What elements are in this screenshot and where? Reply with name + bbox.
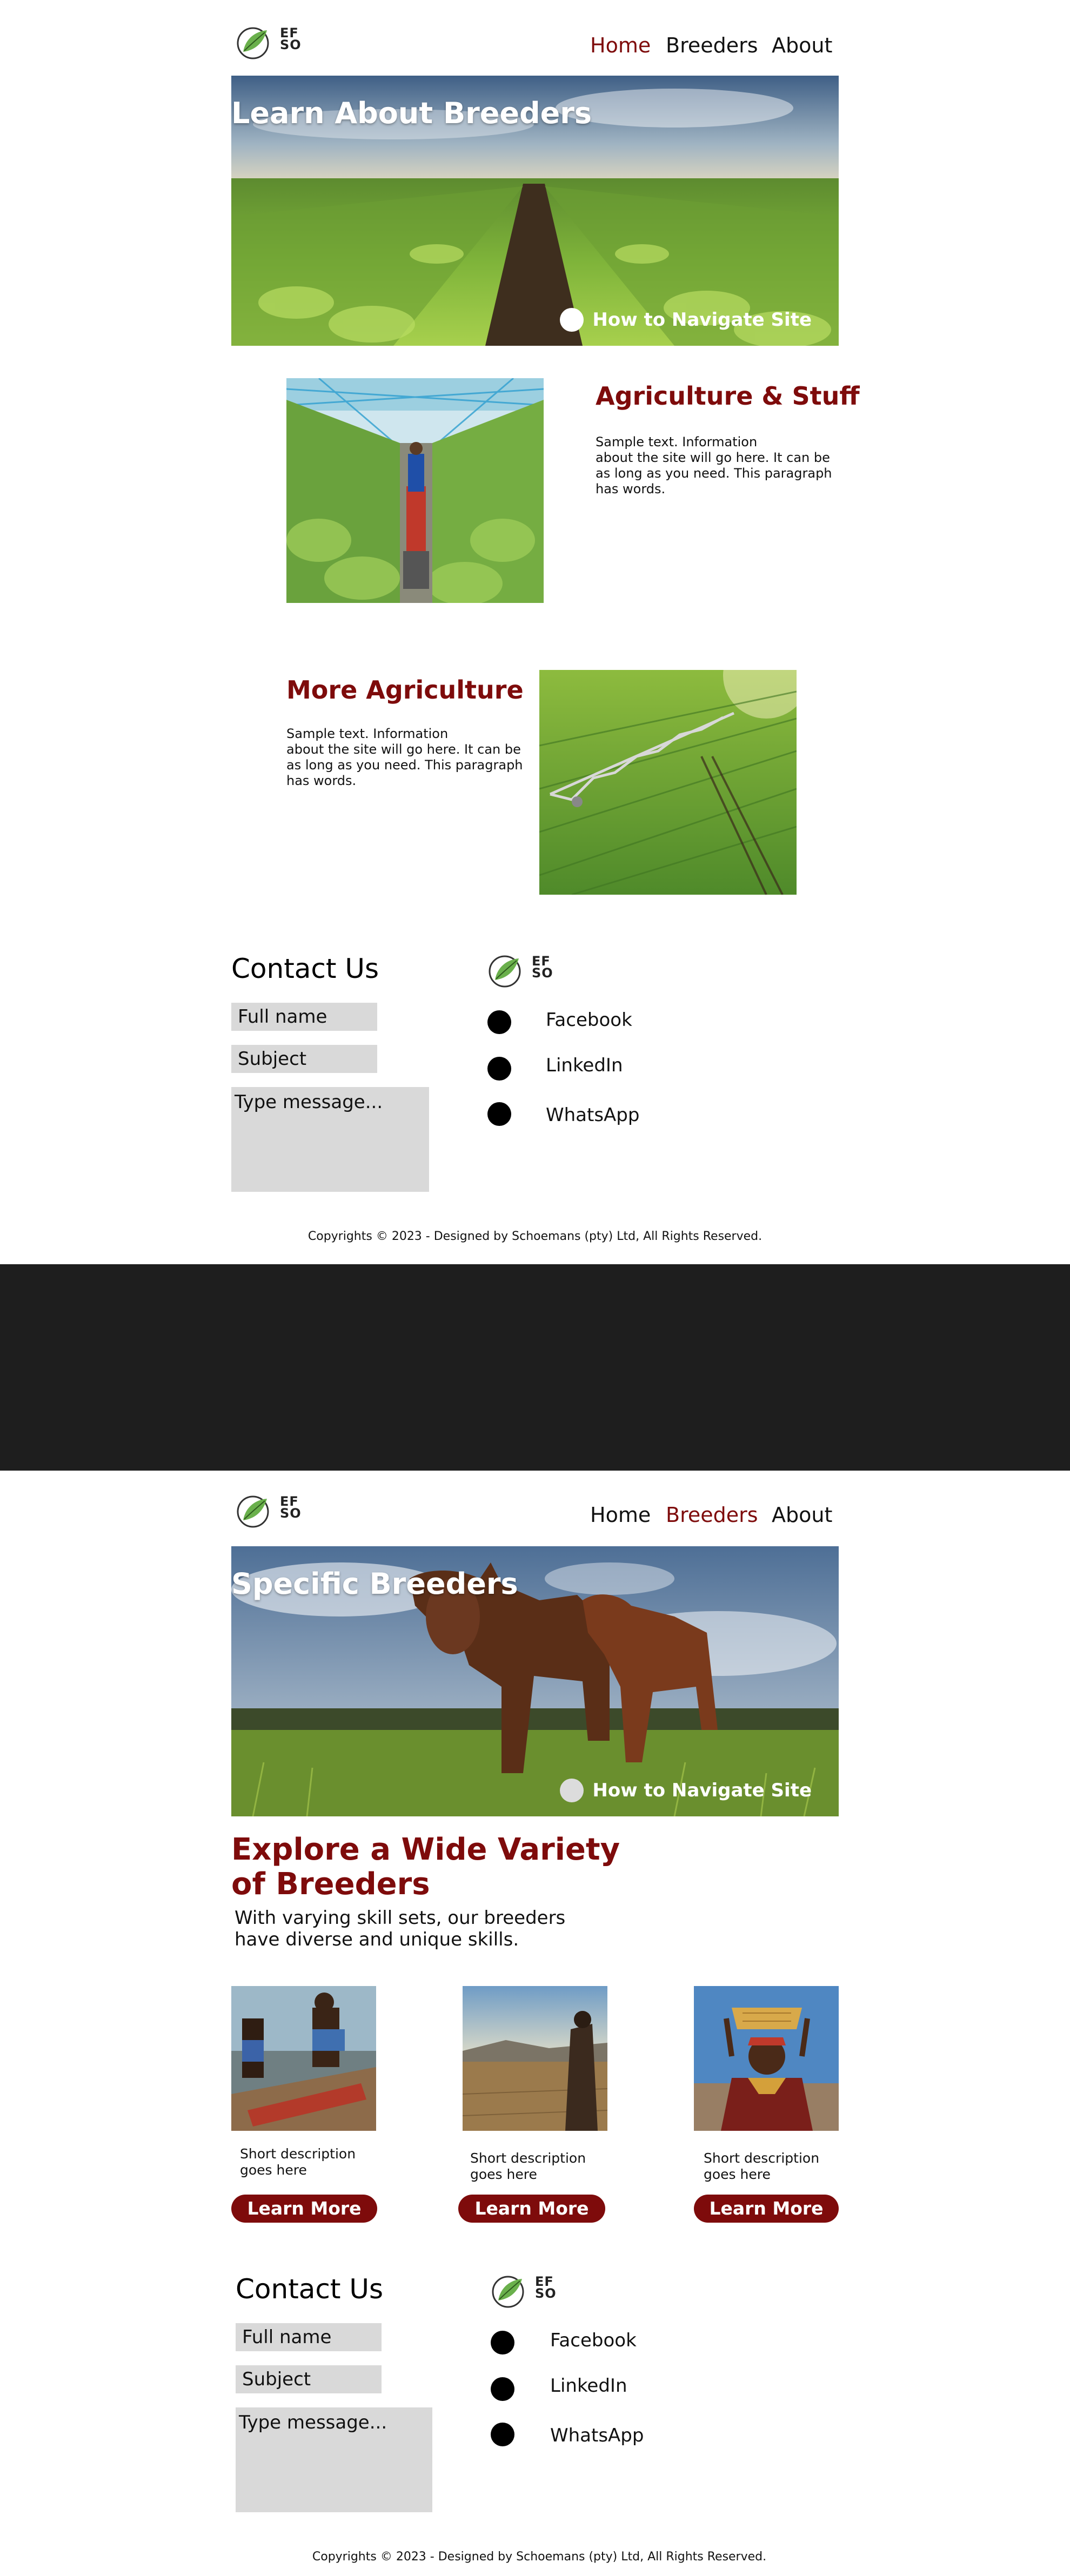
linkedin-link[interactable]: LinkedIn — [550, 2375, 627, 2397]
how-to-navigate-label: How to Navigate Site — [592, 1780, 812, 1801]
hero-banner: Learn About Breeders How to Navigate Sit… — [231, 76, 839, 346]
facebook-link[interactable]: Facebook — [550, 2330, 637, 2351]
how-to-navigate-button[interactable]: How to Navigate Site — [560, 308, 812, 332]
subject-field[interactable]: Subject — [231, 1045, 377, 1073]
home-page: EF SO Home Breeders About Learn About Br… — [0, 0, 1070, 1264]
whatsapp-icon[interactable] — [487, 1102, 511, 1126]
learn-more-button[interactable]: Learn More — [231, 2195, 377, 2223]
subject-field[interactable]: Subject — [236, 2365, 382, 2393]
linkedin-link[interactable]: LinkedIn — [546, 1055, 623, 1076]
logo-text: EF SO — [532, 954, 553, 981]
logo-text: EF SO — [535, 2274, 557, 2301]
linkedin-icon[interactable] — [487, 1057, 511, 1081]
breeder-card-image — [694, 1986, 839, 2131]
section-text: Sample text. Information about the site … — [286, 726, 523, 788]
learn-more-button[interactable]: Learn More — [694, 2195, 839, 2223]
page-divider — [0, 1264, 1070, 1471]
message-field[interactable]: Type message... — [231, 1087, 429, 1192]
irrigation-field-image — [539, 670, 797, 895]
breeder-card-description: Short description goes here — [240, 2146, 356, 2178]
facebook-icon[interactable] — [487, 1010, 511, 1034]
full-name-field[interactable]: Full name — [236, 2323, 382, 2351]
logo[interactable]: EF SO — [236, 25, 302, 61]
logo-text: EF SO — [280, 1494, 302, 1521]
section-text: Sample text. Information about the site … — [596, 434, 832, 497]
leaf-logo-icon — [237, 27, 269, 59]
hero-title: Learn About Breeders — [231, 96, 592, 130]
leaf-logo-icon — [492, 2276, 524, 2308]
how-to-navigate-button[interactable]: How to Navigate Site — [560, 1779, 812, 1802]
logo-text: EF SO — [280, 25, 302, 52]
message-field[interactable]: Type message... — [236, 2407, 432, 2512]
how-to-navigate-label: How to Navigate Site — [592, 309, 812, 331]
breeders-page: EF SO Home Breeders About Specific Breed… — [0, 1471, 1070, 2576]
hero-title: Specific Breeders — [231, 1567, 518, 1601]
breeder-card-description: Short description goes here — [704, 2150, 820, 2182]
explore-title: Explore a Wide Variety of Breeders — [231, 1832, 620, 1902]
nav-home[interactable]: Home — [590, 1503, 651, 1527]
nav-breeders[interactable]: Breeders — [666, 33, 758, 57]
breeder-card-description: Short description goes here — [470, 2150, 586, 2182]
leaf-logo-icon — [489, 955, 521, 988]
facebook-link[interactable]: Facebook — [546, 1009, 632, 1031]
leaf-logo-icon — [237, 1495, 269, 1528]
learn-more-button[interactable]: Learn More — [458, 2195, 605, 2223]
section-heading: More Agriculture — [286, 675, 524, 705]
logo[interactable]: EF SO — [236, 1493, 302, 1529]
facebook-icon[interactable] — [491, 2331, 514, 2354]
copyright: Copyrights © 2023 - Designed by Schoeman… — [307, 1230, 763, 1243]
nav-about[interactable]: About — [772, 33, 832, 57]
whatsapp-link[interactable]: WhatsApp — [546, 1104, 639, 1126]
linkedin-icon[interactable] — [491, 2377, 514, 2401]
breeder-card-image — [231, 1986, 376, 2131]
copyright: Copyrights © 2023 - Designed by Schoeman… — [312, 2550, 767, 2564]
section-heading: Agriculture & Stuff — [596, 381, 860, 411]
circle-icon — [560, 308, 584, 332]
greenhouse-image — [286, 378, 544, 603]
circle-icon — [560, 1779, 584, 1802]
footer-logo[interactable]: EF SO — [491, 2273, 556, 2309]
whatsapp-link[interactable]: WhatsApp — [550, 2425, 644, 2446]
full-name-field[interactable]: Full name — [231, 1003, 377, 1031]
whatsapp-icon[interactable] — [491, 2423, 514, 2446]
nav-breeders[interactable]: Breeders — [666, 1503, 758, 1527]
hero-banner: Specific Breeders How to Navigate Site — [231, 1546, 839, 1816]
explore-subtitle: With varying skill sets, our breeders ha… — [235, 1907, 566, 1950]
footer-logo[interactable]: EF SO — [487, 953, 553, 989]
breeder-card-image — [463, 1986, 607, 2131]
nav-about[interactable]: About — [772, 1503, 832, 1527]
contact-title: Contact Us — [236, 2273, 384, 2305]
nav-home[interactable]: Home — [590, 33, 651, 57]
contact-title: Contact Us — [231, 953, 379, 984]
